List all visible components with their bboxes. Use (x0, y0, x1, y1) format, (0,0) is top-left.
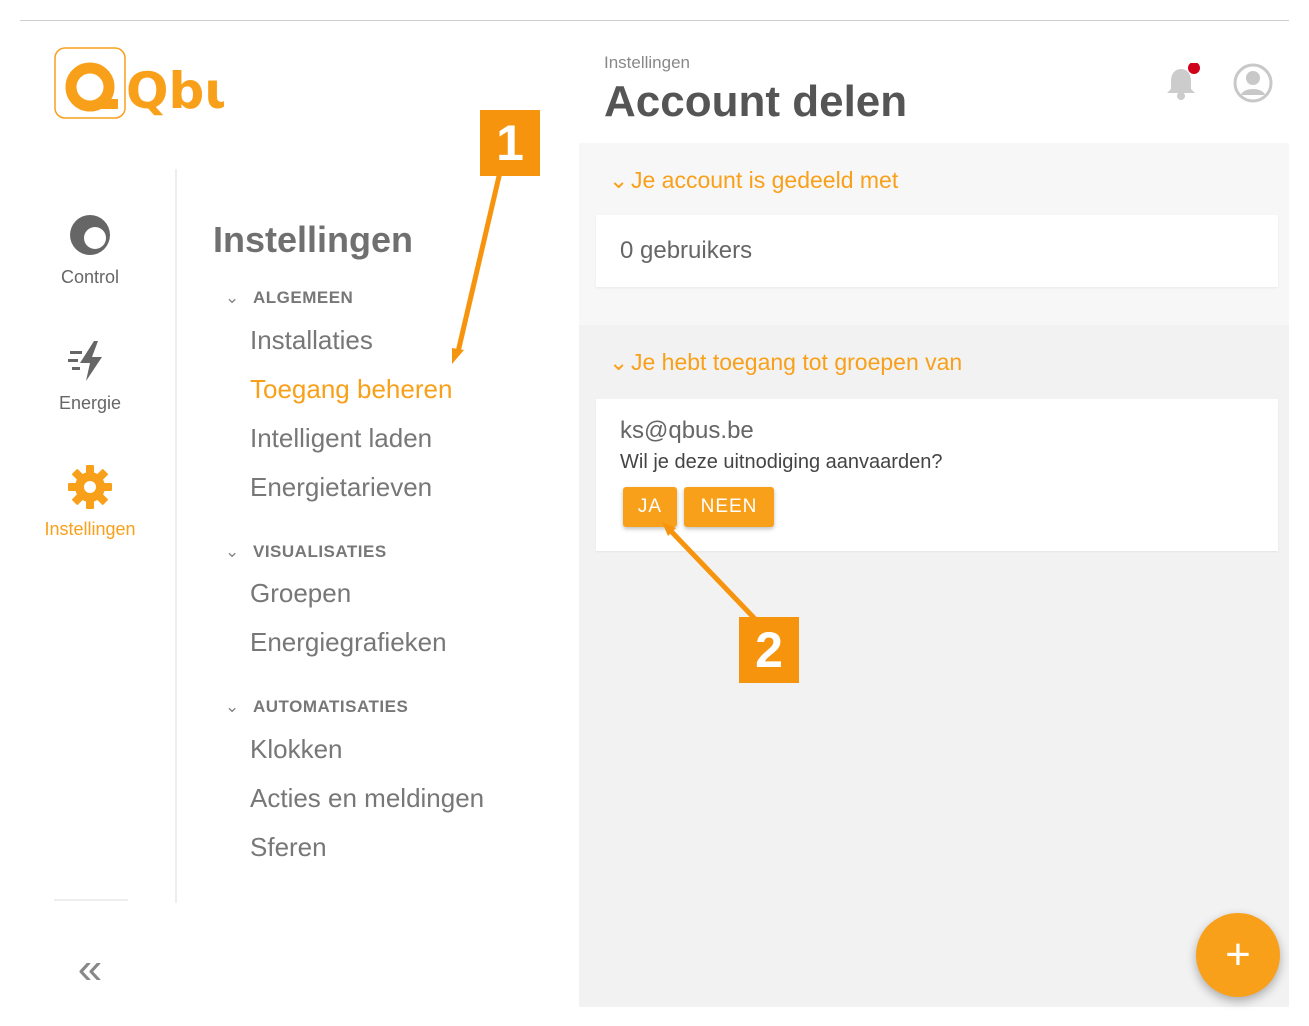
chevron-down-icon: ⌄ (225, 288, 240, 307)
menu-item-klokken[interactable]: Klokken (250, 734, 343, 765)
invitation-question: Wil je deze uitnodiging aanvaarden? (620, 451, 943, 473)
menu-item-toegang-beheren[interactable]: Toegang beheren (250, 374, 452, 405)
chevron-down-icon: ⌄ (225, 542, 240, 561)
section-header-automatisaties[interactable]: ⌄ AUTOMATISATIES (225, 697, 408, 717)
shared-with-header[interactable]: ⌄ Je account is gedeeld met (609, 167, 898, 194)
chevron-down-icon: ⌄ (609, 167, 629, 193)
rail-item-instellingen[interactable]: Instellingen (20, 463, 160, 540)
rail-item-energie[interactable]: Energie (20, 337, 160, 414)
menu-item-groepen[interactable]: Groepen (250, 578, 351, 609)
menu-item-acties-en-meldingen[interactable]: Acties en meldingen (250, 783, 484, 814)
menu-title: Instellingen (213, 219, 414, 260)
callout-2: 2 (739, 617, 799, 683)
double-chevron-left-icon[interactable]: « (68, 947, 112, 991)
rail-label-control: Control (60, 267, 120, 287)
shared-with-card: 0 gebruikers (596, 215, 1278, 287)
rail-item-control[interactable]: Control (20, 211, 160, 288)
rail-divider (54, 899, 128, 901)
menu-item-energietarieven[interactable]: Energietarieven (250, 472, 432, 503)
menu-item-installaties[interactable]: Installaties (250, 325, 373, 356)
menu-item-energiegrafieken[interactable]: Energiegrafieken (250, 627, 447, 658)
bell-icon[interactable] (1165, 63, 1201, 101)
rail-label-energie: Energie (58, 393, 122, 413)
menu-item-intelligent-laden[interactable]: Intelligent laden (250, 423, 432, 454)
section-header-algemeen[interactable]: ⌄ ALGEMEEN (225, 288, 353, 308)
chevron-down-icon: ⌄ (225, 697, 240, 716)
control-icon (70, 215, 110, 255)
user-avatar-icon[interactable] (1233, 63, 1273, 103)
add-button[interactable]: + (1196, 913, 1280, 997)
chevron-down-icon: ⌄ (609, 349, 629, 375)
rail-label-instellingen: Instellingen (44, 519, 136, 539)
invitation-card: ks@qbus.be Wil je deze uitnodiging aanva… (596, 399, 1278, 551)
shared-users-count: 0 gebruikers (620, 237, 753, 264)
invitation-email: ks@qbus.be (620, 417, 754, 444)
section-header-visualisaties[interactable]: ⌄ VISUALISATIES (225, 542, 387, 562)
notification-badge (1188, 63, 1200, 74)
gear-icon (68, 465, 112, 509)
accept-button[interactable]: JA (623, 487, 677, 527)
page-title: Account delen (604, 77, 908, 126)
access-section: ⌄ Je hebt toegang tot groepen van ks@qbus… (579, 325, 1289, 565)
app-window: Qbus Control Energie (20, 20, 1289, 1007)
shared-with-section: ⌄ Je account is gedeeld met 0 gebruikers (579, 143, 1289, 325)
menu-item-sferen[interactable]: Sferen (250, 832, 327, 863)
callout-1: 1 (480, 110, 540, 176)
navigation-rail: Qbus Control Energie (20, 21, 224, 1007)
breadcrumb[interactable]: Instellingen (604, 53, 690, 73)
energy-bolt-icon (68, 341, 102, 381)
panel-header: Instellingen Account delen (579, 21, 1289, 143)
access-header[interactable]: ⌄ Je hebt toegang tot groepen van (609, 349, 962, 376)
content-panel: Instellingen Account delen ⌄ Je account i… (579, 21, 1289, 1007)
decline-button[interactable]: NEEN (684, 487, 774, 527)
